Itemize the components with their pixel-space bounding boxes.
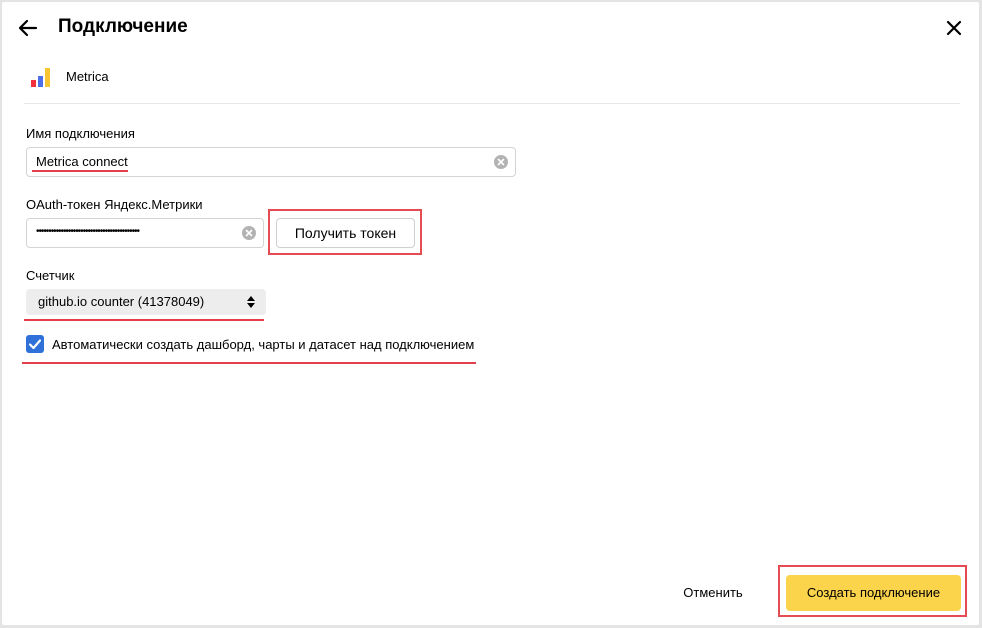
- oauth-token-label: OAuth-токен Яндекс.Метрики: [26, 197, 203, 212]
- auto-create-label[interactable]: Автоматически создать дашборд, чарты и д…: [52, 337, 474, 353]
- annotation-underline: [22, 362, 476, 364]
- connection-name-label: Имя подключения: [26, 126, 135, 141]
- counter-select[interactable]: github.io counter (41378049): [26, 289, 266, 315]
- connection-name-input[interactable]: Metrica connect: [26, 147, 516, 177]
- clear-icon[interactable]: [242, 226, 256, 240]
- oauth-token-value: ••••••••••••••••••••••••••••••••••••••••…: [36, 226, 140, 237]
- counter-label: Счетчик: [26, 268, 75, 283]
- back-button[interactable]: [16, 16, 40, 40]
- divider: [24, 103, 960, 104]
- metrica-logo-icon: [30, 66, 52, 88]
- connection-name-value: Metrica connect: [36, 154, 128, 169]
- annotation-underline: [32, 170, 128, 172]
- close-button[interactable]: [944, 18, 964, 38]
- annotation-underline: [24, 319, 264, 321]
- annotation-box: [778, 565, 967, 617]
- clear-icon[interactable]: [494, 155, 508, 169]
- close-icon: [946, 20, 962, 36]
- connection-dialog: Подключение Metrica Имя подключения Metr…: [2, 2, 979, 625]
- select-arrows-icon: [247, 296, 255, 308]
- oauth-token-input[interactable]: ••••••••••••••••••••••••••••••••••••••••…: [26, 218, 264, 248]
- counter-selected-value: github.io counter (41378049): [38, 294, 205, 309]
- cancel-button[interactable]: Отменить: [670, 581, 756, 605]
- source-name: Metrica: [66, 69, 109, 84]
- page-title: Подключение: [58, 16, 188, 37]
- auto-create-checkbox[interactable]: [26, 335, 44, 353]
- check-icon: [28, 339, 42, 350]
- annotation-box: [268, 209, 422, 255]
- arrow-left-icon: [18, 19, 38, 37]
